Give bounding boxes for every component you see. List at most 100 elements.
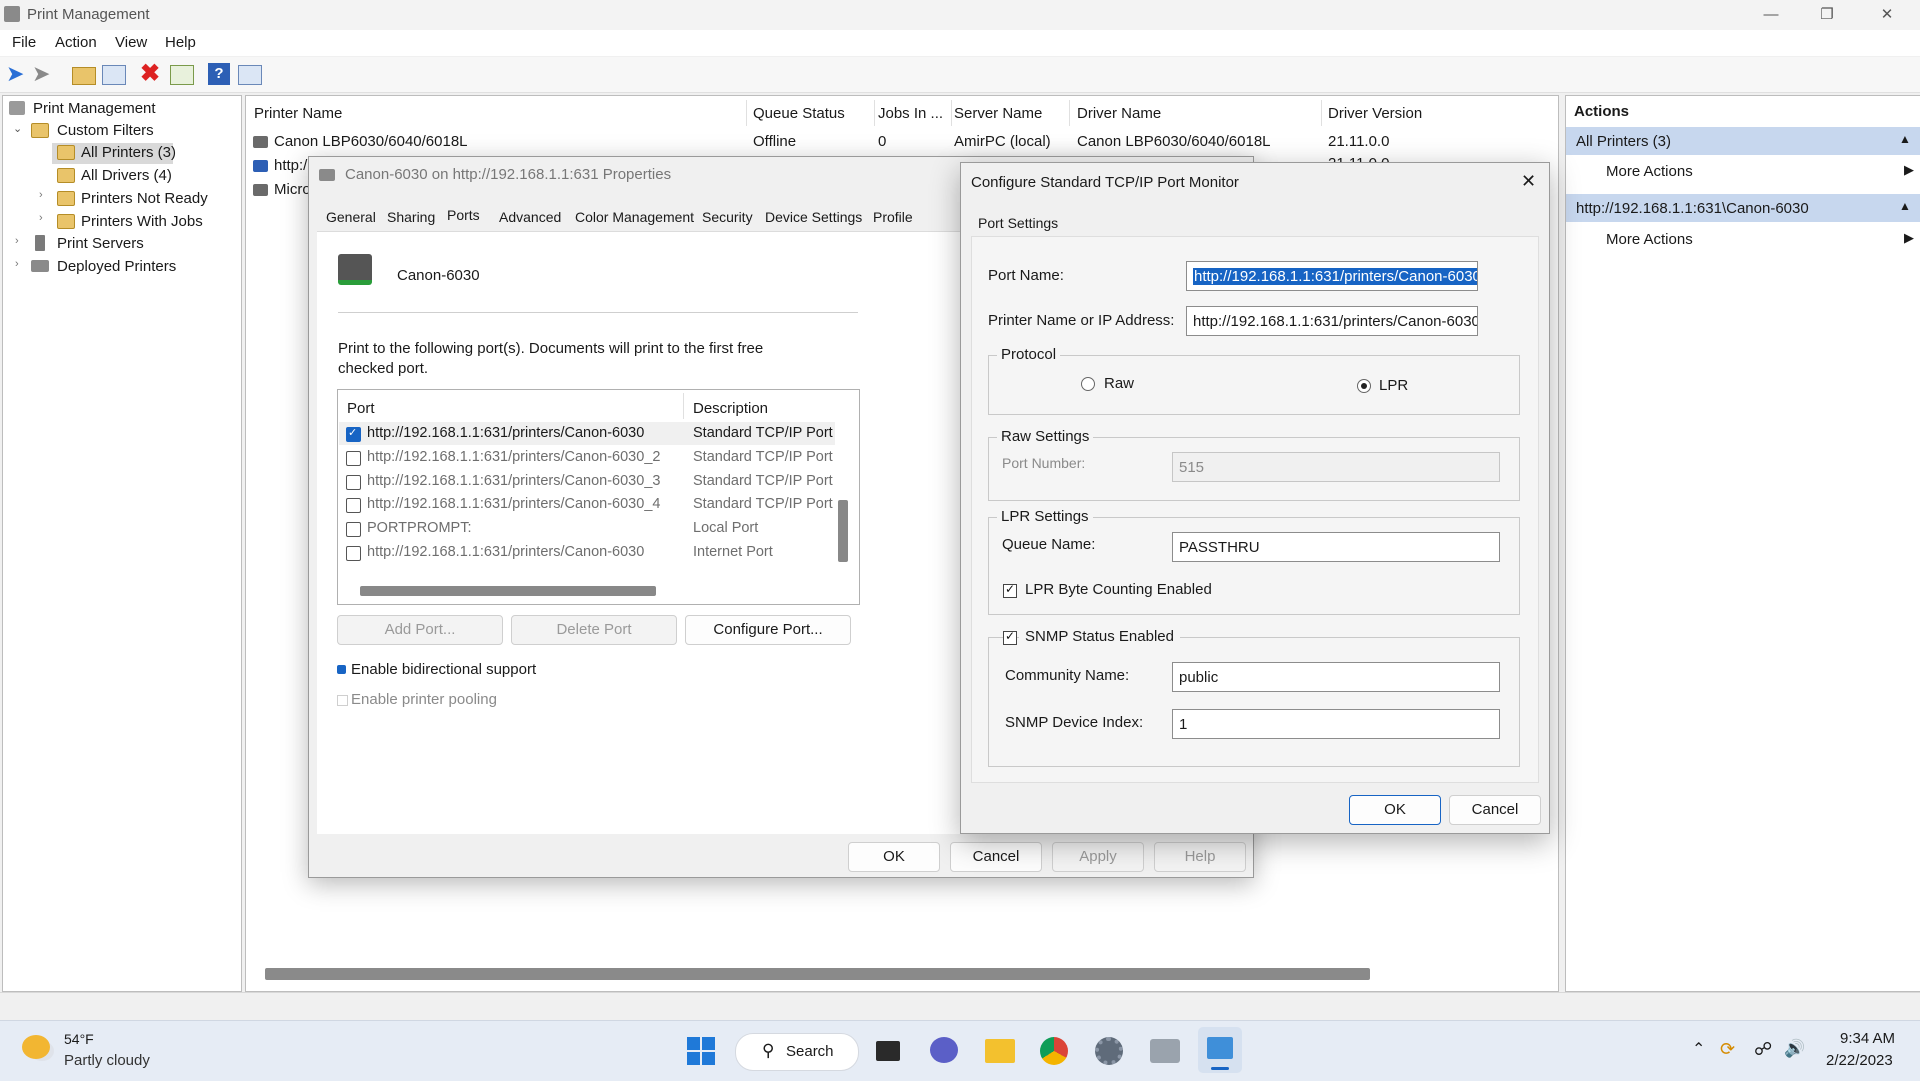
chevron-right-icon[interactable]: › [39, 212, 43, 224]
tab-sharing[interactable]: Sharing [387, 209, 435, 225]
pooling-checkbox[interactable] [337, 695, 348, 706]
tab-advanced[interactable]: Advanced [499, 209, 561, 225]
clock-time[interactable]: 9:34 AM [1840, 1030, 1895, 1047]
chevron-right-icon[interactable]: › [15, 235, 19, 247]
port-checkbox[interactable] [346, 498, 361, 514]
chrome-icon[interactable] [1040, 1037, 1068, 1065]
show-hide-tree-icon[interactable] [102, 65, 126, 85]
port-list-item[interactable]: PORTPROMPT: Local Port [339, 517, 835, 540]
delete-port-button[interactable]: Delete Port [511, 615, 677, 645]
teams-chat-icon[interactable] [930, 1037, 958, 1063]
raw-radio[interactable] [1081, 377, 1095, 391]
bidirectional-checkbox[interactable] [337, 665, 346, 674]
column-header-queue-status[interactable]: Queue Status [753, 105, 845, 122]
ok-button[interactable]: OK [848, 842, 940, 872]
tab-device-settings[interactable]: Device Settings [765, 209, 862, 225]
tab-general[interactable]: General [326, 209, 376, 225]
tcp-ok-button[interactable]: OK [1349, 795, 1441, 825]
chevron-right-icon[interactable]: › [15, 258, 19, 270]
sync-icon[interactable]: ⟳ [1720, 1039, 1735, 1060]
port-list-item[interactable]: http://192.168.1.1:631/printers/Canon-60… [339, 470, 835, 493]
globe-icon[interactable]: ☍ [1754, 1039, 1772, 1060]
tab-color-management[interactable]: Color Management [575, 209, 694, 225]
tree-item-deployed-printers[interactable]: Deployed Printers [57, 258, 176, 275]
tree-item-custom-filters[interactable]: Custom Filters [57, 122, 154, 139]
tree-item-printers-with-jobs[interactable]: Printers With Jobs [81, 213, 203, 230]
actions-section-all-printers[interactable]: All Printers (3) ▲ [1566, 127, 1920, 155]
port-list-item[interactable]: http://192.168.1.1:631/printers/Canon-60… [339, 446, 835, 469]
tree-item-print-servers[interactable]: Print Servers [57, 235, 144, 252]
delete-icon[interactable]: ✖ [140, 62, 162, 86]
column-header-printer-name[interactable]: Printer Name [254, 105, 342, 122]
up-folder-icon[interactable] [72, 67, 96, 85]
ports-vertical-scrollbar[interactable] [838, 500, 848, 562]
minimize-button[interactable]: — [1748, 2, 1794, 28]
port-list-item[interactable]: http://192.168.1.1:631/printers/Canon-60… [339, 541, 835, 564]
more-actions-link[interactable]: More Actions [1606, 163, 1693, 180]
actions-section-printer[interactable]: http://192.168.1.1:631\Canon-6030 ▲ [1566, 194, 1920, 222]
menu-help[interactable]: Help [165, 34, 196, 51]
show-hide-action-pane-icon[interactable] [238, 65, 262, 85]
printer-ip-field[interactable]: http://192.168.1.1:631/printers/Canon-60… [1186, 306, 1478, 336]
menu-action[interactable]: Action [55, 34, 97, 51]
task-view-icon[interactable] [876, 1041, 900, 1061]
column-header-driver-version[interactable]: Driver Version [1328, 105, 1422, 122]
apply-button[interactable]: Apply [1052, 842, 1144, 872]
tree-item-print-management[interactable]: Print Management [33, 100, 156, 117]
queue-name-field[interactable]: PASSTHRU [1172, 532, 1500, 562]
settings-gear-icon[interactable] [1095, 1037, 1123, 1065]
print-management-taskbar-icon[interactable] [1150, 1039, 1180, 1063]
ports-horizontal-scrollbar[interactable] [360, 586, 656, 596]
clock-date[interactable]: 2/22/2023 [1826, 1052, 1893, 1069]
back-arrow-icon[interactable]: ➤ [6, 63, 28, 85]
port-list-item[interactable]: http://192.168.1.1:631/printers/Canon-60… [339, 422, 835, 445]
snmp-device-index-field[interactable]: 1 [1172, 709, 1500, 739]
close-icon[interactable]: ✕ [1521, 171, 1536, 192]
start-windows-icon[interactable] [687, 1037, 715, 1065]
taskbar-search[interactable]: ⚲ Search [735, 1033, 859, 1071]
tab-ports[interactable]: Ports [447, 207, 480, 223]
tree-item-printers-not-ready[interactable]: Printers Not Ready [81, 190, 208, 207]
help-button[interactable]: Help [1154, 842, 1246, 872]
add-port-button[interactable]: Add Port... [337, 615, 503, 645]
port-checkbox[interactable] [346, 546, 361, 561]
community-name-field[interactable]: public [1172, 662, 1500, 692]
tab-security[interactable]: Security [702, 209, 753, 225]
collapse-icon[interactable]: ▲ [1899, 199, 1911, 213]
weather-icon[interactable] [22, 1035, 50, 1059]
byte-counting-checkbox[interactable] [1003, 582, 1017, 598]
lpr-radio[interactable] [1357, 379, 1371, 393]
tab-port-settings[interactable]: Port Settings [978, 215, 1058, 231]
port-name-field[interactable]: http://192.168.1.1:631/printers/Canon-60… [1186, 261, 1478, 291]
help-icon[interactable]: ? [208, 63, 230, 85]
collapse-icon[interactable]: ▲ [1899, 132, 1911, 146]
configure-port-button[interactable]: Configure Port... [685, 615, 851, 645]
column-header-driver-name[interactable]: Driver Name [1077, 105, 1161, 122]
export-list-icon[interactable] [170, 65, 194, 85]
column-header-jobs[interactable]: Jobs In ... [878, 105, 943, 122]
tree-item-all-printers[interactable]: All Printers (3) [81, 144, 176, 161]
forward-arrow-icon[interactable]: ➤ [32, 63, 54, 85]
menu-file[interactable]: File [12, 34, 36, 51]
chevron-down-icon[interactable]: ⌄ [13, 122, 22, 135]
tab-profile[interactable]: Profile [873, 209, 913, 225]
maximize-button[interactable]: ❐ [1804, 2, 1850, 28]
port-checkbox[interactable] [346, 450, 361, 466]
chevron-right-icon[interactable]: › [39, 189, 43, 201]
port-list-item[interactable]: http://192.168.1.1:631/printers/Canon-60… [339, 493, 835, 516]
close-window-button[interactable]: ✕ [1864, 2, 1910, 28]
port-checkbox[interactable] [346, 522, 361, 538]
file-explorer-icon[interactable] [985, 1039, 1015, 1063]
column-header-description[interactable]: Description [693, 400, 768, 417]
port-checkbox[interactable] [346, 426, 361, 442]
control-panel-taskbar-item[interactable] [1198, 1027, 1242, 1073]
list-horizontal-scrollbar[interactable] [265, 968, 1370, 980]
cancel-button[interactable]: Cancel [950, 842, 1042, 872]
volume-icon[interactable]: 🔊 [1784, 1039, 1805, 1059]
port-checkbox[interactable] [346, 474, 361, 490]
tcp-cancel-button[interactable]: Cancel [1449, 795, 1541, 825]
snmp-checkbox[interactable] [1003, 629, 1017, 645]
more-actions-link[interactable]: More Actions [1606, 231, 1693, 248]
menu-view[interactable]: View [115, 34, 147, 51]
port-number-field[interactable]: 515 [1172, 452, 1500, 482]
